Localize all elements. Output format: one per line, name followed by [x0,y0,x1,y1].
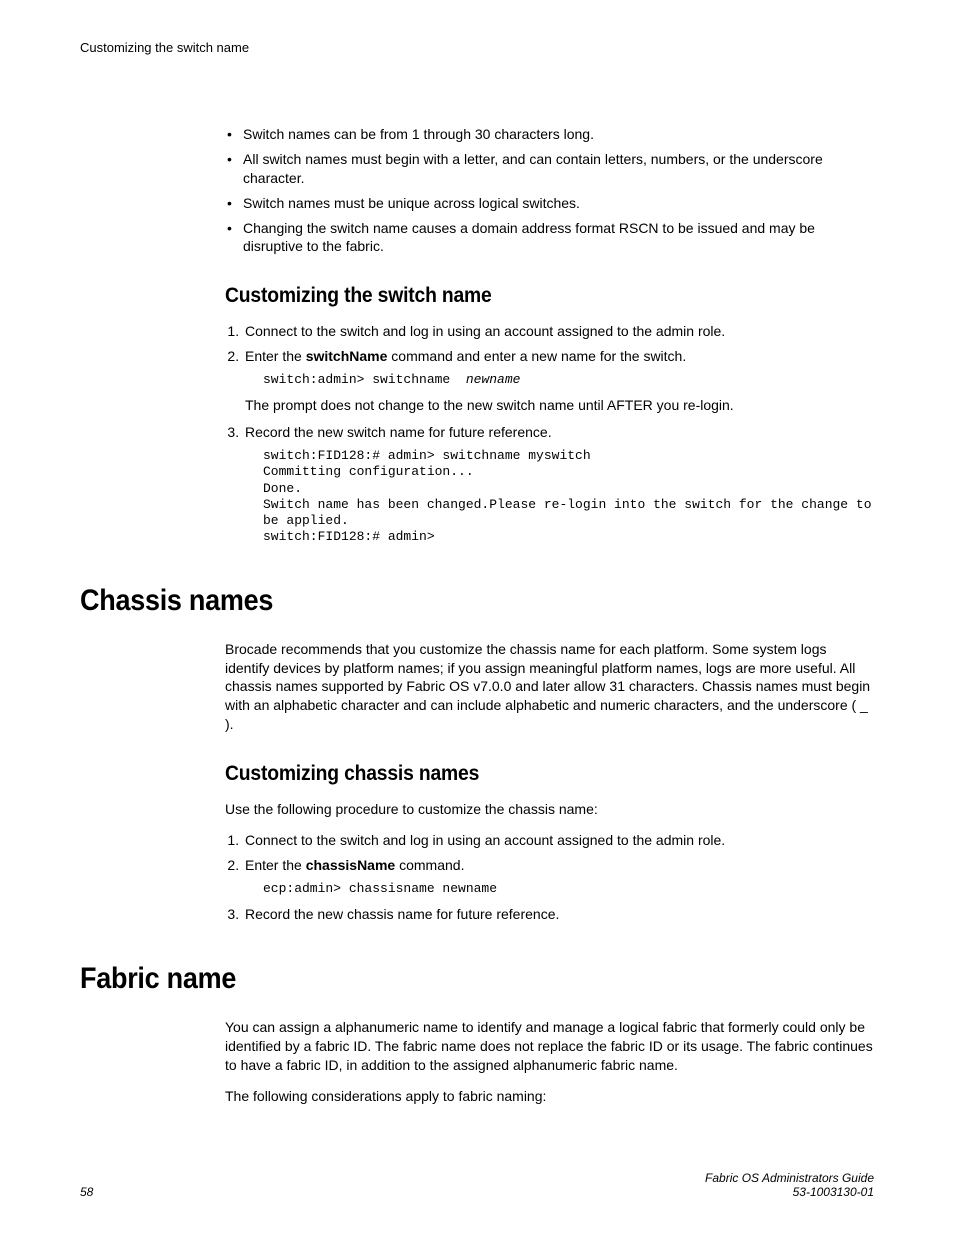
heading-customizing-switch-name: Customizing the switch name [225,284,822,308]
heading-customizing-chassis-names: Customizing chassis names [225,762,822,786]
step-item: Enter the chassisName command. ecp:admin… [243,856,874,897]
step-item: Record the new chassis name for future r… [243,905,874,924]
step-text: Enter the [245,857,306,873]
doc-number: 53-1003130-01 [705,1185,874,1199]
intro-bullet-list: Switch names can be from 1 through 30 ch… [225,125,874,256]
step-text: command and enter a new name for the swi… [387,348,686,364]
code-block: switch:admin> switchname newname [263,372,874,388]
fabric-p2: The following considerations apply to fa… [225,1087,874,1106]
step-text: command. [395,857,464,873]
doc-title: Fabric OS Administrators Guide [705,1171,874,1185]
code-block: switch:FID128:# admin> switchname myswit… [263,448,874,546]
step-item: Connect to the switch and log in using a… [243,831,874,850]
bullet-item: Changing the switch name causes a domain… [225,219,874,257]
command-name: switchName [306,348,388,364]
running-header: Customizing the switch name [80,40,874,55]
page-footer: 58 Fabric OS Administrators Guide 53-100… [80,1171,874,1199]
command-name: chassisName [306,857,396,873]
heading-fabric-name: Fabric name [80,962,795,996]
step-text: Enter the [245,348,306,364]
step-item: Enter the switchName command and enter a… [243,347,874,415]
page-number: 58 [80,1185,93,1199]
step-note: The prompt does not change to the new sw… [245,396,874,415]
chassis-steps: Connect to the switch and log in using a… [225,831,874,924]
switch-name-steps: Connect to the switch and log in using a… [225,322,874,545]
chassis-sub-intro: Use the following procedure to customize… [225,800,874,819]
fabric-p1: You can assign a alphanumeric name to id… [225,1018,874,1075]
bullet-item: Switch names must be unique across logic… [225,194,874,213]
step-text: Record the new switch name for future re… [245,424,552,440]
step-item: Connect to the switch and log in using a… [243,322,874,341]
code-block: ecp:admin> chassisname newname [263,881,874,897]
bullet-item: All switch names must begin with a lette… [225,150,874,188]
bullet-item: Switch names can be from 1 through 30 ch… [225,125,874,144]
step-item: Record the new switch name for future re… [243,423,874,545]
chassis-intro: Brocade recommends that you customize th… [225,640,874,734]
heading-chassis-names: Chassis names [80,584,795,618]
